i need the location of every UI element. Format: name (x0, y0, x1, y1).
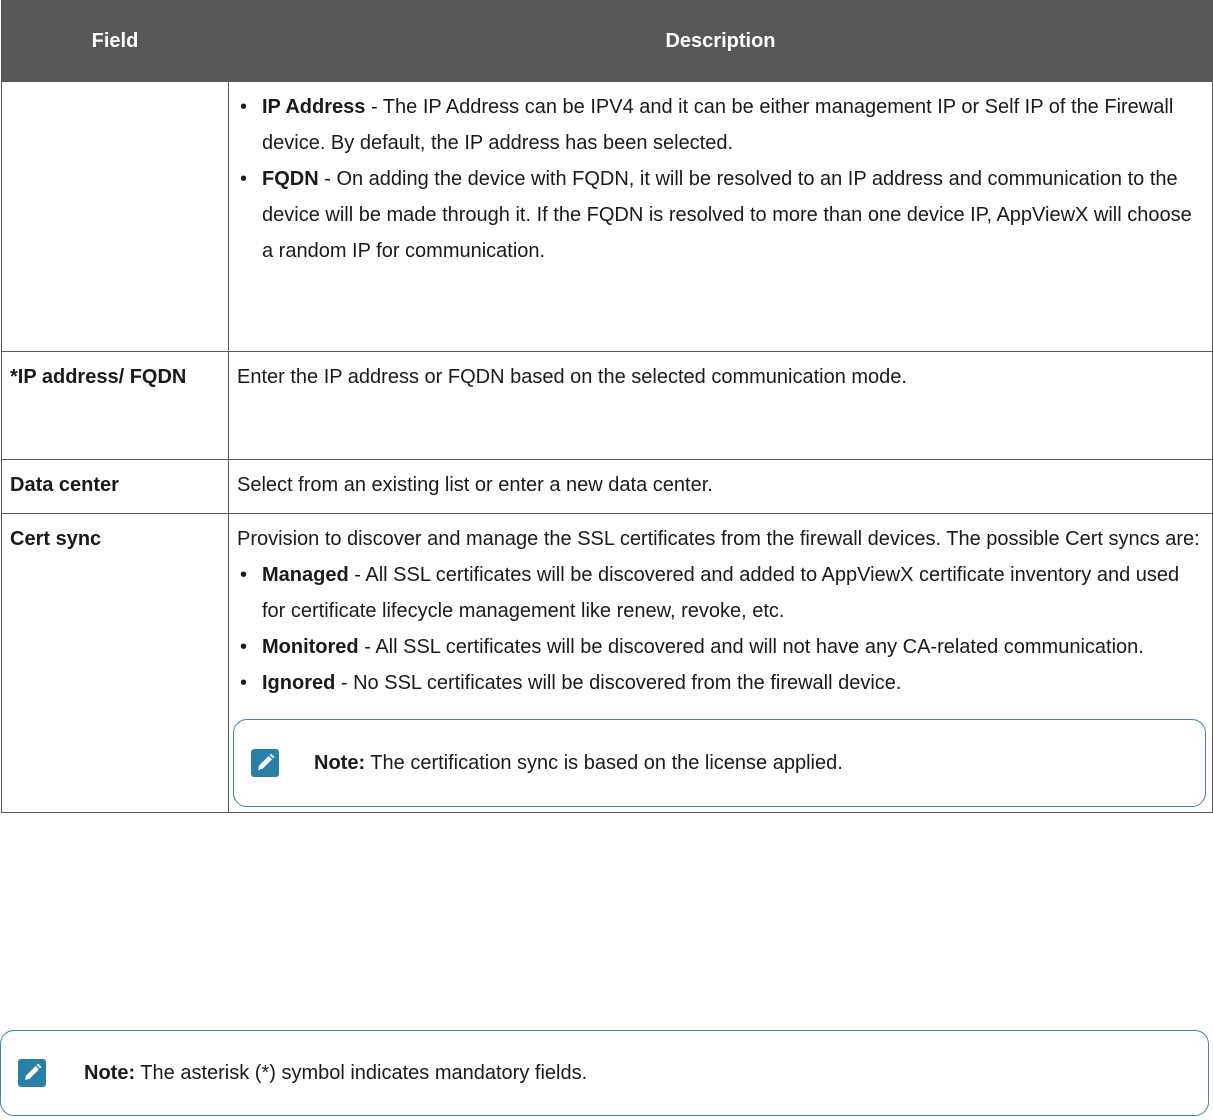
field-cell: Data center (1, 459, 229, 514)
description-column-header: Description (228, 0, 1213, 82)
list-item: • Monitored - All SSL certificates will … (237, 629, 1204, 665)
list-item: • Managed - All SSL certificates will be… (237, 557, 1204, 629)
note-text: The asterisk (*) symbol indicates mandat… (135, 1061, 588, 1084)
table-row: *IP address/ FQDN Enter the IP address o… (1, 351, 1213, 460)
cert-sync-note: Note: The certification sync is based on… (233, 719, 1206, 807)
field-cell (1, 81, 229, 352)
cert-sync-intro: Provision to discover and manage the SSL… (237, 528, 1200, 550)
term-description: - The IP Address can be IPV4 and it can … (262, 96, 1174, 154)
field-column-header: Field (1, 0, 229, 82)
pencil-note-icon (251, 749, 279, 777)
table-row: Cert sync Provision to discover and mana… (1, 513, 1213, 813)
pencil-note-icon (18, 1059, 46, 1087)
table-row: • IP Address - The IP Address can be IPV… (1, 81, 1213, 352)
bullet-marker: • (240, 672, 248, 694)
table-row: Data center Select from an existing list… (1, 459, 1213, 514)
note-label: Note: (314, 752, 366, 774)
description-cell: Enter the IP address or FQDN based on th… (228, 351, 1213, 460)
bullet-marker: • (240, 96, 248, 118)
description-cell: Provision to discover and manage the SSL… (228, 513, 1213, 813)
term-managed: Managed (262, 564, 349, 586)
term-ignored: Ignored (262, 672, 336, 694)
term-description: - On adding the device with FQDN, it wil… (262, 168, 1192, 262)
table-header-row: Field Description (1, 0, 1213, 82)
mandatory-fields-note: Note: The asterisk (*) symbol indicates … (0, 1030, 1209, 1116)
bullet-marker: • (240, 636, 248, 658)
term-ip-address: IP Address (262, 96, 366, 118)
list-item: • Ignored - No SSL certificates will be … (237, 665, 1204, 701)
term-description: - All SSL certificates will be discovere… (262, 564, 1180, 622)
field-cell: Cert sync (1, 513, 229, 813)
term-description: - No SSL certificates will be discovered… (335, 672, 902, 694)
term-monitored: Monitored (262, 636, 359, 658)
term-fqdn: FQDN (262, 168, 319, 190)
term-description: - All SSL certificates will be discovere… (358, 636, 1144, 658)
list-item: • FQDN - On adding the device with FQDN,… (237, 161, 1204, 269)
field-description-table: Field Description • IP Address - The IP … (1, 0, 1213, 813)
note-text: The certification sync is based on the l… (365, 752, 843, 774)
description-cell: • IP Address - The IP Address can be IPV… (228, 81, 1213, 352)
bullet-marker: • (240, 564, 248, 586)
description-cell: Select from an existing list or enter a … (228, 459, 1213, 514)
field-cell: *IP address/ FQDN (1, 351, 229, 460)
note-label: Note: (84, 1061, 136, 1084)
bullet-marker: • (240, 168, 248, 190)
list-item: • IP Address - The IP Address can be IPV… (237, 89, 1204, 161)
